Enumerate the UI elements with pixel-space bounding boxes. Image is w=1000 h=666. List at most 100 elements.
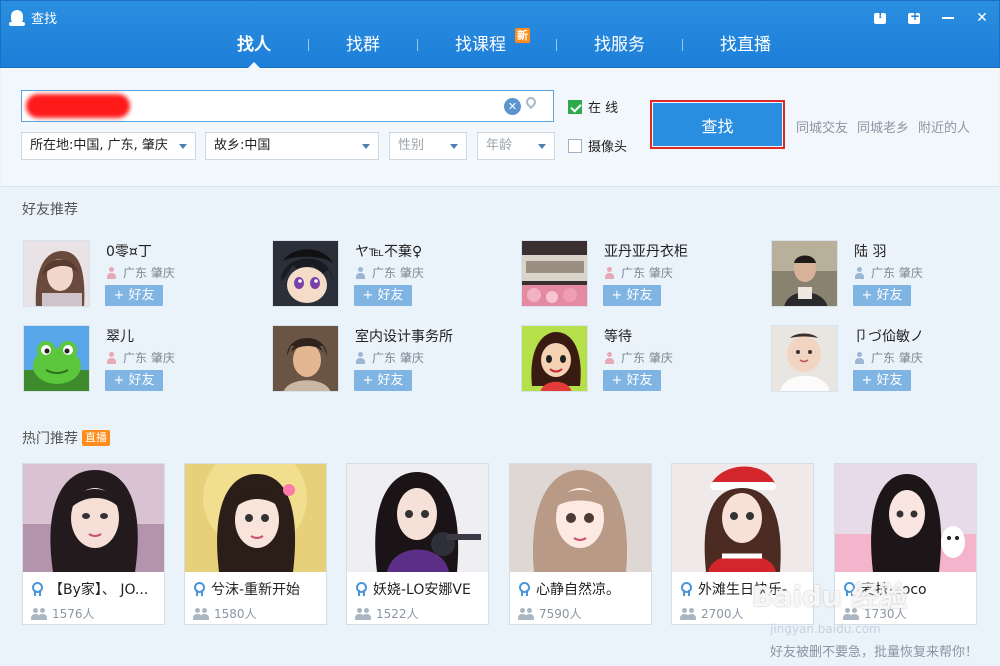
friend-card[interactable]: 室内设计事务所 广东 肇庆 + 好友	[272, 325, 512, 395]
avatar[interactable]	[771, 325, 838, 392]
tab-find-courses[interactable]: 找课程新	[451, 28, 530, 60]
friend-name[interactable]: 室内设计事务所	[355, 326, 453, 346]
live-thumbnail[interactable]	[347, 464, 488, 572]
online-checkbox[interactable]: 在 线	[568, 97, 618, 116]
avatar[interactable]	[23, 325, 90, 392]
search-button-highlight: 查找	[650, 100, 785, 149]
checkbox-checked-icon[interactable]	[568, 99, 582, 114]
friend-location: 广东 肇庆	[604, 349, 673, 366]
location-dropdown[interactable]: 所在地:中国, 广东, 肇庆	[21, 132, 196, 160]
add-friend-button[interactable]: + 好友	[105, 285, 163, 306]
female-icon	[106, 351, 117, 364]
male-icon	[355, 266, 366, 279]
tab-find-people[interactable]: 找人	[233, 30, 275, 69]
link-hometown-friends[interactable]: 同城老乡	[857, 117, 909, 136]
anchor-badge-icon	[518, 582, 531, 596]
baidu-watermark: Baidu 经验	[752, 580, 908, 613]
friend-card[interactable]: 翠儿 广东 肇庆 + 好友	[23, 325, 263, 395]
chevron-down-icon	[179, 144, 187, 149]
chevron-down-icon	[362, 144, 370, 149]
clear-icon[interactable]: ✕	[504, 98, 521, 115]
add-friend-button[interactable]: + 好友	[354, 285, 412, 306]
live-thumbnail[interactable]	[23, 464, 164, 572]
avatar[interactable]	[23, 240, 90, 307]
live-title[interactable]: 心静自然凉。	[518, 579, 648, 599]
friend-card[interactable]: 陆 羽 广东 肇庆 + 好友	[771, 240, 1000, 310]
search-box: ✕	[21, 90, 554, 122]
friend-name[interactable]: 等待	[604, 326, 632, 346]
add-friend-button[interactable]: + 好友	[853, 370, 911, 391]
live-thumbnail[interactable]	[835, 464, 976, 572]
live-card[interactable]: 妖娆-LO安娜VE 1522人	[346, 463, 489, 625]
live-card[interactable]: 【By家】、 JO... 1576人	[22, 463, 165, 625]
avatar[interactable]	[521, 325, 588, 392]
nav-divider	[682, 39, 683, 51]
nav-divider	[308, 39, 309, 51]
viewer-count: 1580人	[193, 605, 257, 622]
age-dropdown[interactable]: 年龄	[477, 132, 555, 160]
camera-checkbox[interactable]: 摄像头	[568, 136, 627, 155]
title-bar: 查找 ✕ 找人 找群 找课程新 找服务 找直播	[0, 0, 1000, 69]
friend-card[interactable]: ヤ℡不棄♀ 广东 肇庆 + 好友	[272, 240, 512, 310]
friend-name[interactable]: 卩づ佡敏ノ	[854, 326, 924, 346]
live-card[interactable]: 兮沫-重新开始 1580人	[184, 463, 327, 625]
add-friend-button[interactable]: + 好友	[354, 370, 412, 391]
friend-card[interactable]: 等待 广东 肇庆 + 好友	[521, 325, 761, 395]
new-badge: 新	[515, 28, 530, 43]
tab-find-groups[interactable]: 找群	[342, 30, 384, 60]
add-friend-button[interactable]: + 好友	[853, 285, 911, 306]
link-nearby-people[interactable]: 附近的人	[918, 117, 970, 136]
friend-location: 广东 肇庆	[106, 349, 175, 366]
friend-card[interactable]: 卩づ佡敏ノ 广东 肇庆 + 好友	[771, 325, 1000, 395]
friends-section-title: 好友推荐	[22, 202, 78, 218]
search-button[interactable]: 查找	[653, 103, 782, 146]
live-thumbnail[interactable]	[672, 464, 813, 572]
add-friend-button[interactable]: + 好友	[603, 370, 661, 391]
footer-promo-link[interactable]: 好友被删不要急，批量恢复来帮你！	[770, 641, 978, 660]
live-title[interactable]: 兮沫-重新开始	[193, 579, 323, 599]
avatar[interactable]	[771, 240, 838, 307]
live-thumbnail[interactable]	[185, 464, 326, 572]
live-thumbnail[interactable]	[510, 464, 651, 572]
avatar[interactable]	[272, 325, 339, 392]
friend-location: 广东 肇庆	[854, 264, 923, 281]
friend-name[interactable]: 翠儿	[106, 326, 134, 346]
male-icon	[854, 266, 865, 279]
friend-card[interactable]: 0零¤丁 广东 肇庆 + 好友	[23, 240, 263, 310]
watermark-url: jingyan.baidu.com	[770, 622, 881, 636]
checkbox-unchecked-icon[interactable]	[568, 138, 582, 153]
location-pin-icon[interactable]	[523, 94, 539, 116]
friend-name[interactable]: 亚丹亚丹衣柜	[604, 241, 688, 261]
close-icon[interactable]: ✕	[973, 9, 991, 27]
friend-location: 广东 肇庆	[355, 264, 424, 281]
friend-name[interactable]: 陆 羽	[854, 241, 886, 261]
tab-find-services[interactable]: 找服务	[590, 30, 649, 60]
chevron-down-icon	[538, 144, 546, 149]
add-friend-button[interactable]: + 好友	[603, 285, 661, 306]
hometown-dropdown[interactable]: 故乡:中国	[205, 132, 379, 160]
live-title[interactable]: 妖娆-LO安娜VE	[355, 579, 485, 599]
friend-name[interactable]: ヤ℡不棄♀	[355, 241, 422, 261]
search-input[interactable]	[22, 91, 492, 121]
live-title[interactable]: 【By家】、 JO...	[31, 579, 161, 599]
window-controls: ✕	[871, 9, 991, 27]
avatar[interactable]	[272, 240, 339, 307]
friend-card[interactable]: 亚丹亚丹衣柜 广东 肇庆 + 好友	[521, 240, 761, 310]
qq-logo-icon	[9, 9, 25, 26]
gender-dropdown[interactable]: 性别	[389, 132, 467, 160]
live-card[interactable]: 心静自然凉。 7590人	[509, 463, 652, 625]
viewers-icon	[518, 607, 534, 620]
avatar[interactable]	[521, 240, 588, 307]
friend-location: 广东 肇庆	[604, 264, 673, 281]
female-icon	[106, 266, 117, 279]
tab-find-live[interactable]: 找直播	[716, 30, 775, 60]
search-panel: ✕ 所在地:中国, 广东, 肇庆 故乡:中国 性别 年龄 在 线 摄像头 查找 …	[1, 68, 999, 187]
plus-icon[interactable]	[905, 9, 923, 27]
minimize-icon[interactable]	[939, 9, 957, 27]
female-icon	[604, 351, 615, 364]
feedback-icon[interactable]	[871, 9, 889, 27]
friend-name[interactable]: 0零¤丁	[106, 241, 152, 261]
link-local-friends[interactable]: 同城交友	[796, 117, 848, 136]
viewers-icon	[680, 607, 696, 620]
add-friend-button[interactable]: + 好友	[105, 370, 163, 391]
